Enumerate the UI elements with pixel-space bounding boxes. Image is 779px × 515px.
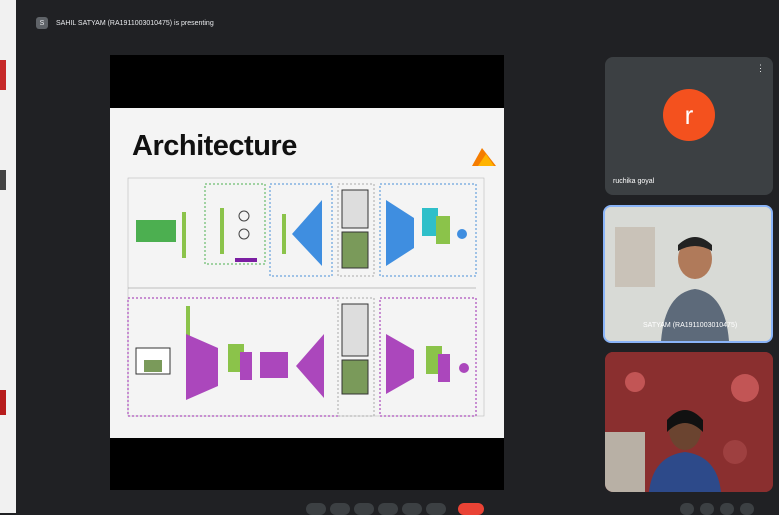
video-feed — [605, 352, 773, 492]
participant-tile-active[interactable]: ● SATYAM (RA1911003010475) — [603, 205, 773, 343]
camera-button[interactable] — [330, 503, 350, 515]
edge-stripe — [0, 390, 6, 415]
people-button[interactable] — [700, 503, 714, 515]
captions-button[interactable] — [354, 503, 374, 515]
participant-name: SATYAM (RA1911003010475) — [643, 322, 738, 329]
call-controls — [0, 500, 779, 515]
participant-tile[interactable]: ⋮ r ruchika goyal — [605, 57, 773, 195]
edge-stripe — [0, 170, 6, 190]
logo-icon — [472, 148, 496, 166]
participant-tile[interactable] — [605, 352, 773, 492]
architecture-diagram — [127, 148, 496, 417]
more-options-button[interactable] — [426, 503, 446, 515]
chat-button[interactable] — [720, 503, 734, 515]
presentation-slide: Architecture — [110, 108, 504, 438]
activities-button[interactable] — [740, 503, 754, 515]
info-button[interactable] — [680, 503, 694, 515]
top-bar: S SAHIL SATYAM (RA1911003010475) is pres… — [16, 0, 779, 48]
end-call-button[interactable] — [458, 503, 484, 515]
presenting-banner: S SAHIL SATYAM (RA1911003010475) is pres… — [36, 10, 214, 36]
raise-hand-button[interactable] — [378, 503, 398, 515]
edge-stripe — [0, 60, 6, 90]
more-options-icon[interactable]: ⋮ — [756, 63, 765, 74]
browser-edge — [0, 0, 16, 513]
video-feed — [605, 207, 771, 341]
present-button[interactable] — [402, 503, 422, 515]
avatar: r — [663, 89, 715, 141]
mic-button[interactable] — [306, 503, 326, 515]
presenting-text: SAHIL SATYAM (RA1911003010475) is presen… — [56, 19, 214, 27]
participant-name: ruchika goyal — [613, 178, 655, 185]
presenter-chip: S — [36, 17, 48, 29]
